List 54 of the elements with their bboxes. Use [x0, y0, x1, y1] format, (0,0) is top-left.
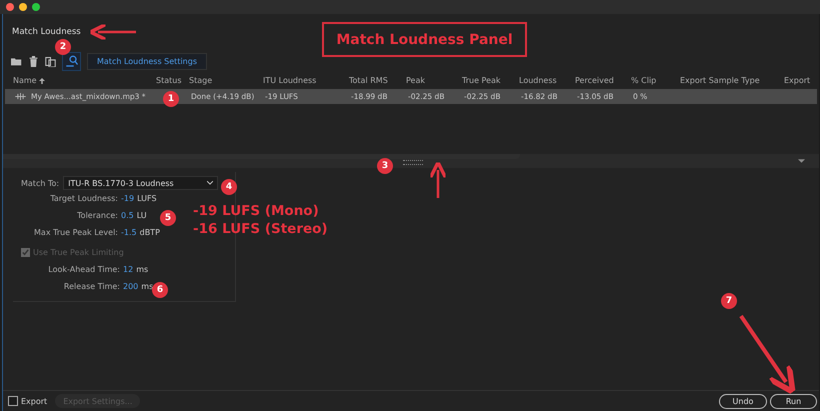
annotation-text: -19 LUFS (Mono): [193, 202, 320, 220]
column-header[interactable]: Stage: [189, 76, 263, 85]
sort-arrow-icon: [38, 78, 45, 84]
match-to-label: Match To:: [21, 178, 60, 188]
splitter-handle[interactable]: [403, 160, 423, 165]
annotation-box: Match Loudness Panel: [322, 22, 527, 57]
loudness-search-icon[interactable]: [62, 52, 81, 70]
chevron-icon: [207, 181, 214, 185]
waveform-icon: [15, 93, 26, 100]
action-button[interactable]: Run: [770, 394, 817, 408]
column-header[interactable]: True Peak: [462, 76, 519, 85]
folder-icon[interactable]: [11, 56, 22, 66]
unit-label: LU: [136, 211, 147, 220]
dropdown-icon[interactable]: [798, 159, 805, 163]
checkbox-label: Export: [21, 396, 48, 406]
zoom-window-button[interactable]: [32, 3, 40, 11]
trash-icon[interactable]: [28, 56, 39, 66]
action-button[interactable]: Undo: [719, 394, 767, 408]
field-label: Target Loudness:: [49, 194, 118, 203]
column-header[interactable]: Perceived: [575, 76, 631, 85]
unit-label: LUFS: [137, 194, 157, 203]
column-header[interactable]: Status: [156, 76, 189, 85]
value-field[interactable]: 200: [123, 282, 138, 291]
value-field[interactable]: 0.5: [121, 211, 134, 220]
annotation-arrow: [88, 22, 136, 42]
checkbox-label: Use True Peak Limiting: [33, 248, 124, 256]
value-field[interactable]: -1.5: [121, 228, 137, 237]
match-to-dropdown[interactable]: ITU-R BS.1770-3 Loudness: [63, 176, 218, 190]
column-header[interactable]: ITU Loudness: [263, 76, 349, 85]
column-header[interactable]: Name: [13, 76, 156, 85]
checkmark-icon: [21, 248, 30, 256]
column-header[interactable]: Total RMS: [349, 76, 406, 85]
field-label: Max True Peak Level:: [33, 228, 118, 237]
column-header[interactable]: Loudness: [519, 76, 575, 85]
close-window-button[interactable]: [6, 3, 14, 11]
field-label: Look-Ahead Time:: [47, 265, 120, 274]
minimize-window-button[interactable]: [19, 3, 27, 11]
field-label: Release Time:: [62, 282, 120, 291]
column-header[interactable]: Export Sample Type: [680, 76, 784, 85]
unit-label: ms: [141, 282, 154, 291]
field-label: Tolerance:: [76, 211, 118, 220]
value-field[interactable]: 12: [123, 265, 134, 274]
checkbox[interactable]: [8, 396, 18, 406]
settings-tab[interactable]: Match Loudness Settings: [87, 52, 207, 70]
clipboard-icon[interactable]: [45, 56, 56, 66]
panel-title: Match Loudness: [12, 27, 81, 37]
annotation-arrow: [428, 160, 448, 198]
unit-label: dBTP: [140, 228, 160, 237]
column-header[interactable]: Export: [784, 76, 820, 85]
column-header[interactable]: Peak: [406, 76, 462, 85]
value-field[interactable]: -19: [121, 194, 134, 203]
annotation-text: -16 LUFS (Stereo): [193, 220, 328, 238]
column-header[interactable]: % Clip: [631, 76, 680, 85]
unit-label: ms: [136, 265, 148, 274]
